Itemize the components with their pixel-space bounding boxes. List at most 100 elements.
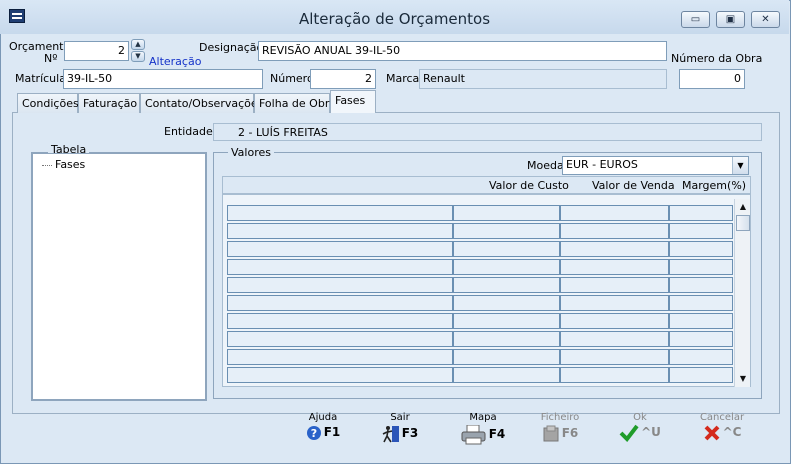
cell-fase[interactable] — [227, 259, 453, 275]
valores-group-title: Valores — [228, 146, 274, 159]
designacao-field[interactable]: REVISÃO ANUAL 39-IL-50 — [258, 41, 667, 61]
mapa-caption: Mapa — [469, 412, 497, 423]
cell-margem[interactable] — [669, 367, 733, 383]
mapa-key: F4 — [488, 427, 506, 441]
exit-icon — [382, 426, 399, 443]
cell-fase[interactable] — [227, 277, 453, 293]
cell-venda[interactable] — [560, 313, 669, 329]
ajuda-key: F1 — [323, 425, 341, 439]
cell-venda[interactable] — [560, 241, 669, 257]
orcamento-no-label: Nº — [44, 52, 58, 65]
cell-margem[interactable] — [669, 223, 733, 239]
cell-fase[interactable] — [227, 295, 453, 311]
cell-margem[interactable] — [669, 295, 733, 311]
matricula-field[interactable]: 39-IL-50 — [63, 69, 263, 89]
printer-icon — [461, 425, 486, 445]
cell-margem[interactable] — [669, 277, 733, 293]
tab-faturacao[interactable]: Faturação — [78, 93, 140, 113]
spin-up-icon[interactable]: ▲ — [131, 39, 145, 50]
cell-venda[interactable] — [560, 259, 669, 275]
tree-item-fases[interactable]: Fases — [42, 158, 85, 171]
ok-caption: Ok — [633, 412, 647, 423]
tab-condicoes[interactable]: Condições — [17, 93, 79, 113]
cell-venda[interactable] — [560, 295, 669, 311]
marca-label: Marca — [386, 72, 420, 85]
cell-venda[interactable] — [560, 223, 669, 239]
cell-fase[interactable] — [227, 313, 453, 329]
cell-margem[interactable] — [669, 331, 733, 347]
ficheiro-caption: Ficheiro — [540, 412, 580, 423]
cell-custo[interactable] — [453, 349, 560, 365]
cancelar-caption: Cancelar — [699, 412, 745, 423]
svg-text:?: ? — [311, 427, 317, 440]
chevron-down-icon[interactable]: ▼ — [732, 157, 748, 174]
col-valor-custo: Valor de Custo — [489, 179, 569, 192]
ok-key: ^U — [641, 425, 661, 439]
sair-key: F3 — [401, 426, 419, 440]
ajuda-button[interactable]: Ajuda ? F1 — [301, 413, 345, 445]
close-button[interactable]: ✕ — [751, 11, 780, 28]
cell-fase[interactable] — [227, 349, 453, 365]
marca-field: Renault — [419, 69, 667, 89]
cell-margem[interactable] — [669, 205, 733, 221]
orcamento-number-field[interactable]: 2 — [64, 41, 129, 61]
sair-button[interactable]: Sair F3 — [378, 413, 422, 445]
minimize-button[interactable]: ▭ — [681, 11, 710, 28]
tab-fases[interactable]: Fases — [330, 90, 376, 113]
scroll-down-icon[interactable]: ▼ — [735, 371, 751, 387]
moeda-label: Moeda — [527, 159, 564, 172]
grid-scrollbar[interactable]: ▲ ▼ — [734, 199, 750, 387]
numero-obra-field[interactable]: 0 — [679, 69, 745, 89]
tab-folha-de-obra[interactable]: Folha de Obra — [254, 93, 336, 113]
cell-margem[interactable] — [669, 313, 733, 329]
designacao-label: Designação — [199, 41, 264, 54]
cell-fase[interactable] — [227, 205, 453, 221]
cell-custo[interactable] — [453, 313, 560, 329]
scroll-up-icon[interactable]: ▲ — [735, 199, 751, 215]
cell-custo[interactable] — [453, 259, 560, 275]
orcamento-spinner[interactable]: ▲ ▼ — [131, 39, 145, 62]
cell-venda[interactable] — [560, 205, 669, 221]
spin-down-icon[interactable]: ▼ — [131, 51, 145, 62]
cell-venda[interactable] — [560, 331, 669, 347]
col-margem: Margem(%) — [682, 179, 747, 192]
numero-field[interactable]: 2 — [310, 69, 376, 89]
moeda-select[interactable]: EUR - EUROS ▼ — [562, 156, 749, 175]
help-icon: ? — [306, 426, 321, 440]
cell-fase[interactable] — [227, 223, 453, 239]
cell-custo[interactable] — [453, 241, 560, 257]
cell-fase[interactable] — [227, 367, 453, 383]
scroll-thumb[interactable] — [736, 215, 750, 231]
ok-button[interactable]: Ok ^U — [618, 413, 662, 445]
cell-venda[interactable] — [560, 277, 669, 293]
window-title: Alteração de Orçamentos — [298, 10, 491, 28]
cell-venda[interactable] — [560, 349, 669, 365]
cell-venda[interactable] — [560, 367, 669, 383]
sair-caption: Sair — [390, 412, 410, 423]
cell-custo[interactable] — [453, 277, 560, 293]
cancelar-button[interactable]: Cancelar ^C — [698, 413, 746, 445]
title-bar: Alteração de Orçamentos ▭ ▣ ✕ — [0, 0, 789, 34]
cell-fase[interactable] — [227, 241, 453, 257]
col-valor-venda: Valor de Venda — [592, 179, 675, 192]
cell-custo[interactable] — [453, 295, 560, 311]
cell-custo[interactable] — [453, 331, 560, 347]
numero-obra-label: Número da Obra — [671, 52, 763, 65]
cell-margem[interactable] — [669, 241, 733, 257]
ficheiro-button[interactable]: Ficheiro F6 — [538, 413, 582, 445]
alteracao-mode-label: Alteração — [149, 55, 202, 68]
cell-custo[interactable] — [453, 367, 560, 383]
cell-fase[interactable] — [227, 331, 453, 347]
tab-contato-observacoes[interactable]: Contato/Observações — [140, 93, 263, 113]
cell-custo[interactable] — [453, 205, 560, 221]
cancel-x-icon — [704, 425, 719, 441]
cell-margem[interactable] — [669, 349, 733, 365]
valores-grid — [222, 194, 751, 387]
ajuda-caption: Ajuda — [308, 412, 338, 423]
checkmark-icon — [619, 424, 639, 442]
maximize-button[interactable]: ▣ — [716, 11, 745, 28]
mapa-button[interactable]: Mapa F4 — [458, 413, 508, 445]
cell-margem[interactable] — [669, 259, 733, 275]
ficheiro-key: F6 — [561, 426, 579, 440]
cell-custo[interactable] — [453, 223, 560, 239]
